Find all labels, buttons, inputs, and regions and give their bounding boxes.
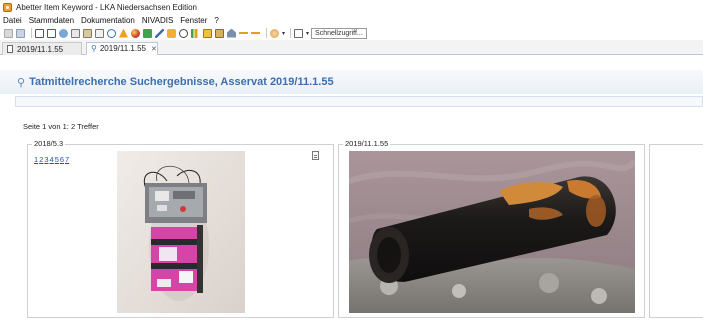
menu-stammdaten[interactable]: Stammdaten — [29, 16, 74, 25]
page-link[interactable]: 4 — [50, 155, 54, 164]
page-link[interactable]: 2 — [39, 155, 43, 164]
save-icon[interactable] — [16, 28, 25, 38]
document-icon — [7, 45, 13, 53]
tag-icon[interactable] — [167, 28, 176, 38]
tab-label: 2019/11.1.55 — [17, 44, 64, 54]
quick-access-field[interactable]: Schnellzugriff... — [311, 27, 367, 39]
results-header: ⚲ Tatmittelrecherche Suchergebnisse, Ass… — [0, 70, 703, 94]
page-link[interactable]: 7 — [65, 155, 69, 164]
key-icon[interactable] — [251, 28, 260, 38]
chevron-down-icon[interactable]: ▾ — [306, 30, 309, 37]
title-bar: Abetter Item Keyword - LKA Niedersachsen… — [0, 0, 703, 14]
page-link[interactable]: 5 — [55, 155, 59, 164]
result-card-partial — [649, 144, 703, 318]
window-title: Abetter Item Keyword - LKA Niedersachsen… — [16, 2, 197, 12]
page-title: Tatmittelrecherche Suchergebnisse, Asser… — [29, 76, 334, 88]
key-icon[interactable] — [239, 28, 248, 38]
home-icon[interactable] — [4, 28, 13, 38]
menu-nivadis[interactable]: NIVADIS — [142, 16, 173, 25]
pen-icon[interactable] — [155, 28, 164, 38]
evidence-photo[interactable] — [117, 151, 245, 313]
case-icon[interactable] — [215, 28, 224, 38]
stamp-icon[interactable] — [203, 28, 212, 38]
evidence-photo[interactable] — [349, 151, 635, 313]
filter-bar — [15, 96, 703, 107]
globe-icon[interactable] — [131, 28, 140, 38]
app-logo-icon — [3, 2, 12, 12]
paste-icon[interactable] — [83, 28, 92, 38]
people-icon[interactable] — [59, 28, 68, 38]
menu-datei[interactable]: Datei — [3, 16, 22, 25]
result-card[interactable]: 2018/5.3 1234567 — [27, 139, 334, 318]
page-links: 1234567 — [34, 155, 70, 164]
page-link[interactable]: 1 — [34, 155, 38, 164]
close-icon[interactable]: ✕ — [151, 45, 157, 53]
chevron-down-icon[interactable]: ▾ — [282, 30, 285, 37]
page-link[interactable]: 6 — [60, 155, 64, 164]
paging-info: Seite 1 von 1: 2 Treffer — [23, 122, 99, 131]
warning-icon[interactable] — [119, 28, 128, 38]
editor-tab-bar: 2019/11.1.55 ⚲ 2019/11.1.55 ✕ — [0, 40, 703, 55]
tab-label: 2019/11.1.55 — [99, 44, 146, 53]
link-icon[interactable] — [179, 28, 188, 38]
house-icon[interactable] — [227, 28, 236, 38]
main-toolbar: ▾ ▾ Schnellzugriff... — [0, 26, 703, 40]
globe-icon[interactable] — [270, 28, 279, 38]
toolbar-separator — [290, 28, 292, 38]
menu-fenster[interactable]: Fenster — [180, 16, 207, 25]
document-icon[interactable] — [312, 151, 319, 160]
list-icon[interactable] — [95, 28, 104, 38]
result-id: 2018/5.3 — [32, 139, 66, 148]
result-id: 2019/11.1.55 — [343, 139, 391, 148]
flag-icon[interactable] — [143, 28, 152, 38]
copy-icon[interactable] — [71, 28, 80, 38]
result-card[interactable]: 2019/11.1.55 — [338, 139, 645, 318]
menu-help[interactable]: ? — [214, 16, 218, 25]
page-link[interactable]: 3 — [44, 155, 48, 164]
edit-icon[interactable] — [35, 28, 44, 38]
search-icon: ⚲ — [17, 76, 26, 89]
search-icon[interactable] — [107, 28, 116, 38]
document-icon[interactable] — [294, 28, 304, 38]
tab-asservat[interactable]: 2019/11.1.55 — [2, 42, 82, 55]
chart-icon[interactable] — [191, 28, 200, 38]
mail-icon[interactable] — [47, 28, 56, 38]
menu-bar: Datei Stammdaten Dokumentation NIVADIS F… — [0, 14, 703, 26]
tab-search-results[interactable]: ⚲ 2019/11.1.55 ✕ — [86, 42, 158, 55]
toolbar-separator — [31, 28, 32, 38]
search-icon: ⚲ — [91, 44, 97, 53]
menu-dokumentation[interactable]: Dokumentation — [81, 16, 135, 25]
toolbar-separator — [266, 28, 267, 38]
